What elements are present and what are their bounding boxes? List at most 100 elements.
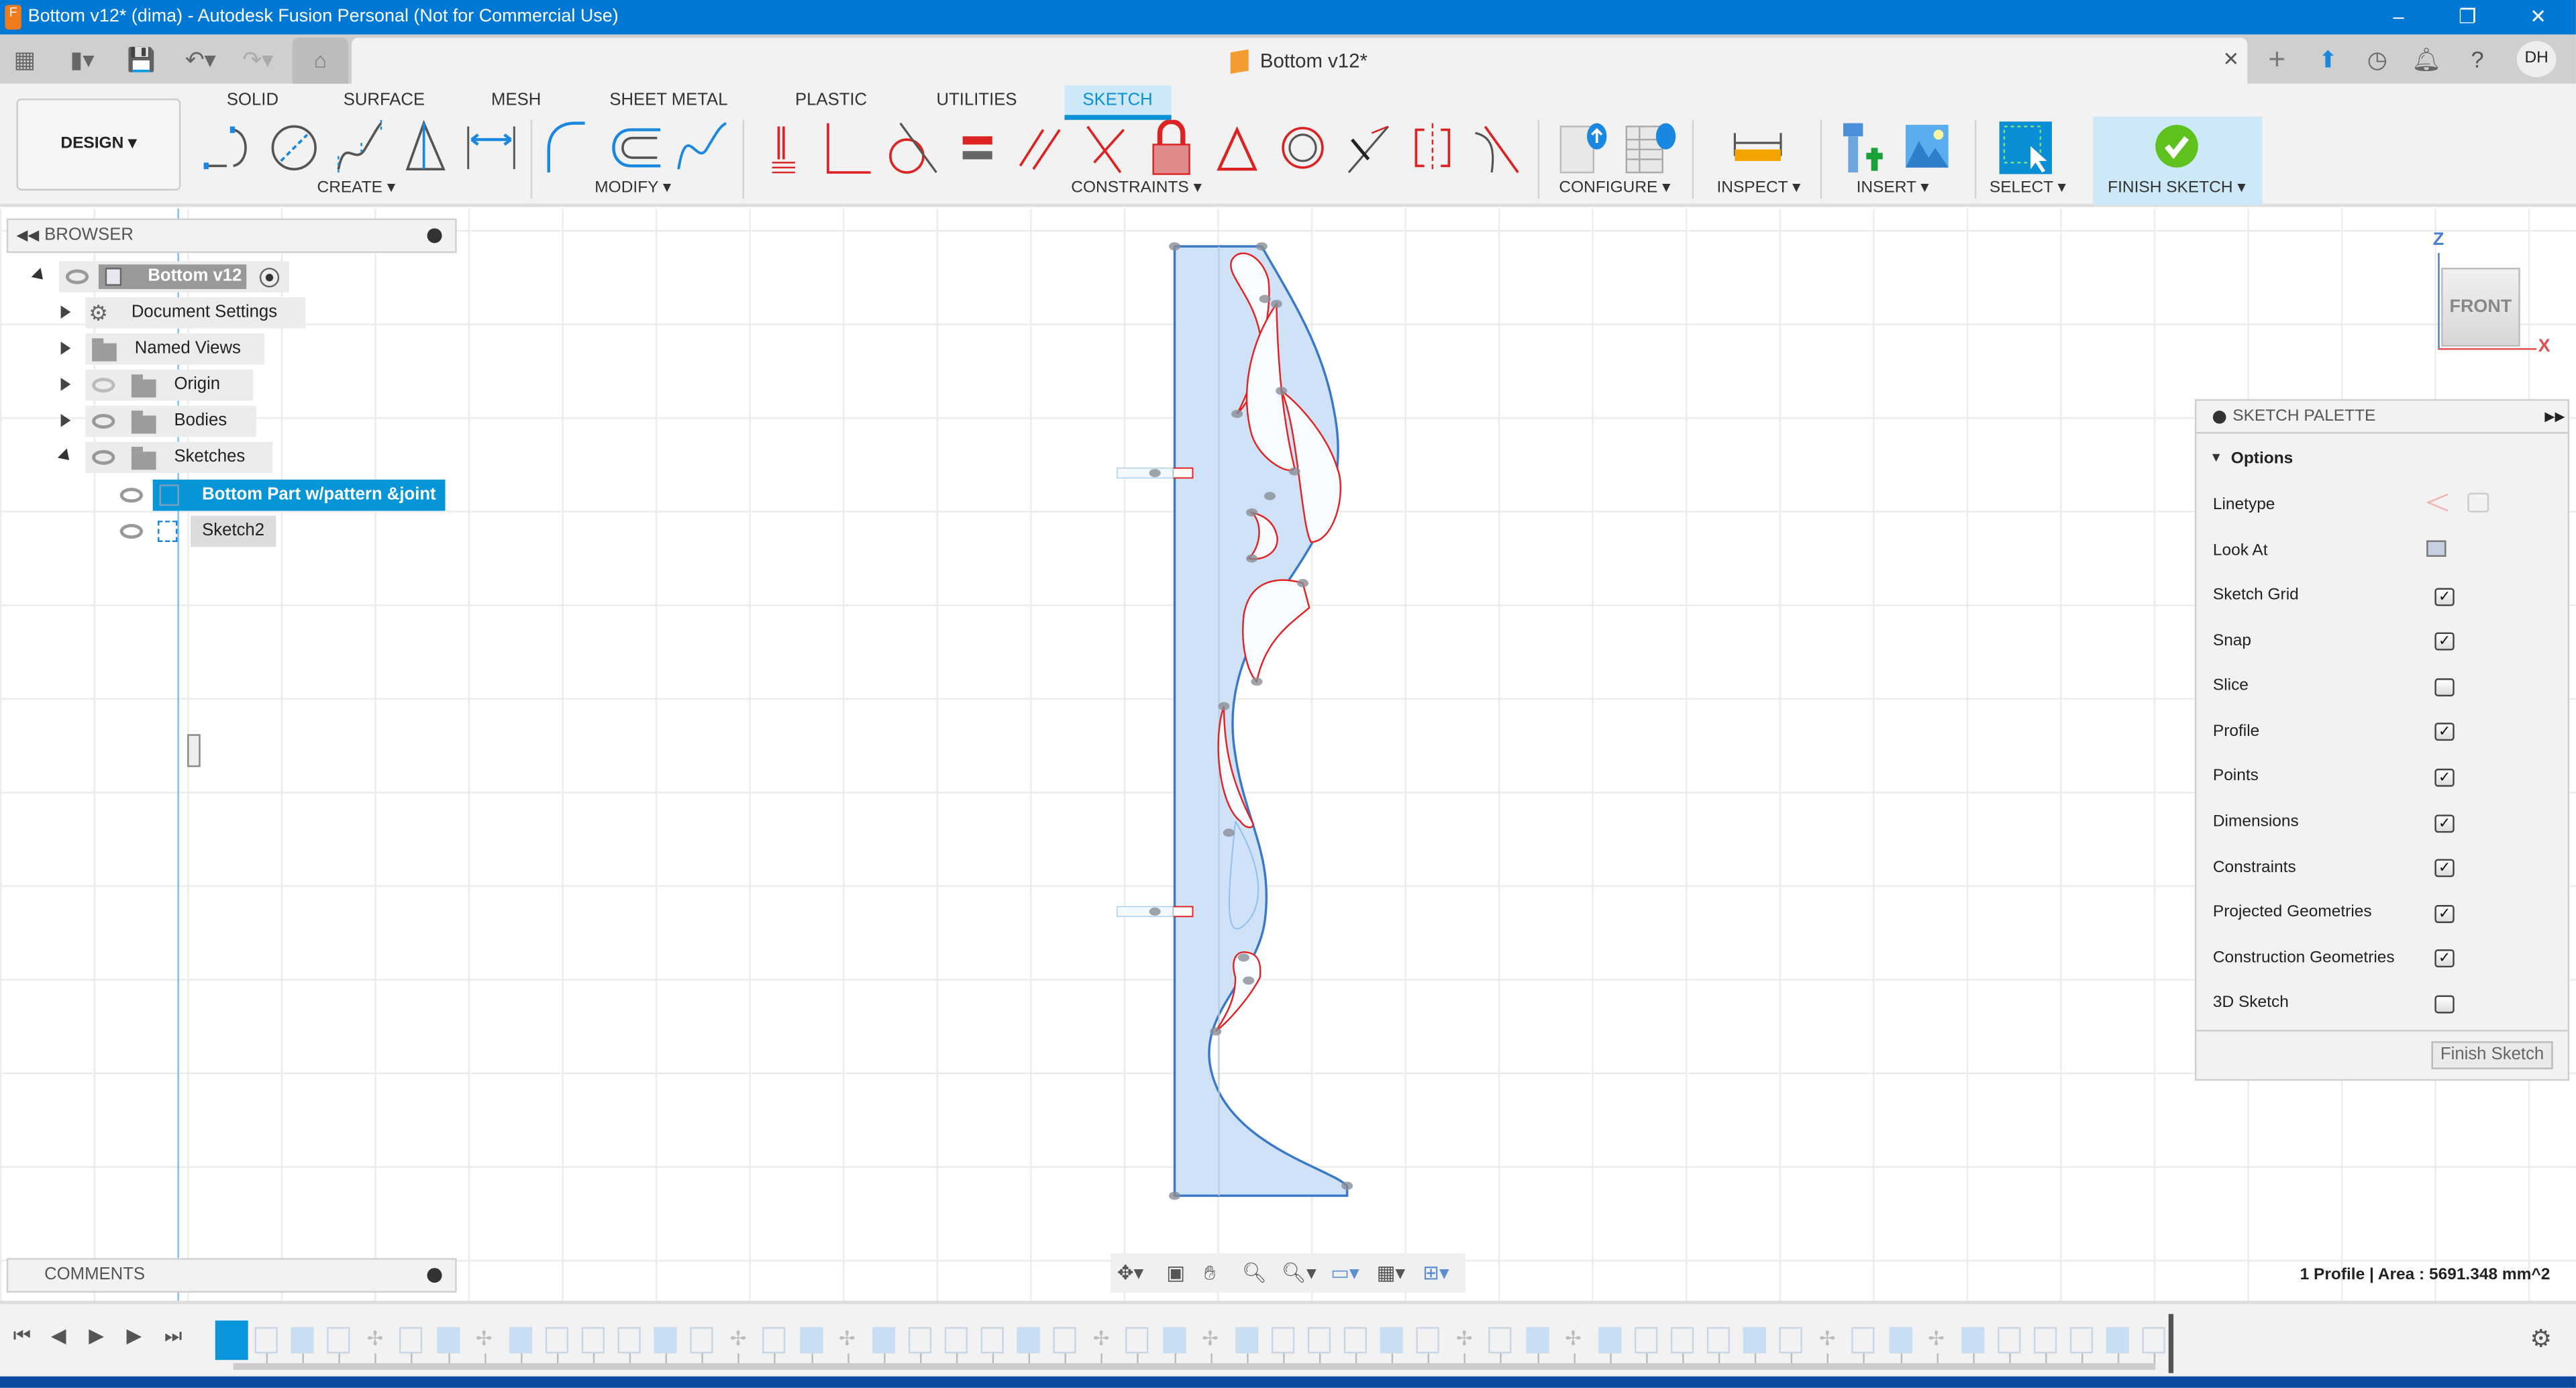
- dimension-tool-icon[interactable]: [463, 120, 519, 176]
- timeline-sketch-feature-icon[interactable]: [1271, 1327, 1294, 1354]
- look-at-nav-icon[interactable]: ▣: [1166, 1253, 1185, 1293]
- insert-menu[interactable]: INSERT ▾: [1857, 179, 1929, 197]
- timeline-sketch-feature-icon[interactable]: [944, 1327, 968, 1354]
- configuration-table-icon[interactable]: [1623, 120, 1679, 176]
- timeline-move-feature-icon[interactable]: ✢: [727, 1327, 750, 1353]
- line-tool-icon[interactable]: [201, 120, 256, 176]
- visibility-eye-icon[interactable]: [92, 413, 115, 429]
- timeline-sketch-feature-icon[interactable]: [980, 1327, 1004, 1354]
- timeline-sketch-feature-icon[interactable]: [1343, 1327, 1367, 1354]
- timeline-next-icon[interactable]: ▶: [127, 1324, 142, 1346]
- home-icon[interactable]: ⌂: [292, 38, 349, 84]
- workspace-switcher[interactable]: DESIGN ▾: [16, 98, 181, 191]
- timeline-body-feature-icon[interactable]: [1162, 1327, 1186, 1354]
- timeline-body-feature-icon[interactable]: [1380, 1327, 1404, 1354]
- measure-icon[interactable]: [1730, 120, 1786, 176]
- browser-item[interactable]: Bodies: [56, 405, 286, 437]
- timeline-body-feature-icon[interactable]: [436, 1327, 460, 1354]
- visibility-eye-icon[interactable]: [65, 269, 89, 284]
- timeline-body-feature-icon[interactable]: [509, 1327, 532, 1354]
- finish-sketch-menu[interactable]: FINISH SKETCH ▾: [2108, 179, 2245, 197]
- expand-triangle-icon[interactable]: [60, 341, 71, 355]
- option-checkbox[interactable]: ✓: [2434, 768, 2455, 787]
- viewports-icon[interactable]: ⊞▾: [1423, 1253, 1449, 1293]
- timeline-move-feature-icon[interactable]: ✢: [1924, 1327, 1947, 1353]
- expand-triangle-icon[interactable]: [57, 448, 74, 465]
- timeline-move-feature-icon[interactable]: ✢: [364, 1327, 387, 1353]
- option-checkbox[interactable]: [2434, 995, 2455, 1014]
- timeline-body-feature-icon[interactable]: [1598, 1327, 1621, 1354]
- tab-sheet-metal[interactable]: SHEET METAL: [600, 85, 738, 115]
- timeline-body-feature-icon[interactable]: [1235, 1327, 1258, 1354]
- timeline-sketch-feature-icon[interactable]: [1126, 1327, 1149, 1354]
- activate-radio-icon[interactable]: [259, 268, 280, 288]
- timeline-marker[interactable]: [2168, 1314, 2174, 1373]
- timeline-sketch-feature-icon[interactable]: [617, 1327, 641, 1354]
- timeline-active-sketch[interactable]: [215, 1320, 248, 1360]
- design-canvas[interactable]: [0, 208, 2576, 1301]
- midpoint-constraint-icon[interactable]: [1339, 120, 1394, 176]
- timeline-body-feature-icon[interactable]: [1961, 1327, 1984, 1354]
- palette-expand-icon[interactable]: ▶▶: [2544, 401, 2565, 433]
- hidden-eye-icon[interactable]: [92, 378, 115, 393]
- perpendicular-constraint-icon[interactable]: [821, 120, 877, 176]
- clock-icon[interactable]: ◷: [2361, 44, 2393, 74]
- visibility-eye-icon[interactable]: [119, 524, 144, 539]
- palette-minimize-icon[interactable]: [2212, 411, 2226, 424]
- timeline-body-feature-icon[interactable]: [1888, 1327, 1912, 1354]
- coincident-constraint-icon[interactable]: [1078, 120, 1133, 176]
- help-icon[interactable]: ?: [2461, 44, 2494, 74]
- symmetry-constraint-icon[interactable]: [1404, 120, 1460, 176]
- centerline-linetype-icon[interactable]: [2467, 492, 2489, 513]
- expand-triangle-icon[interactable]: [60, 378, 71, 391]
- document-tab[interactable]: Bottom v12* ✕: [351, 38, 2248, 84]
- file-menu-icon[interactable]: ▮▾: [59, 44, 105, 74]
- notifications-bell-icon[interactable]: 🔔︎: [2410, 44, 2443, 74]
- restore-button[interactable]: ❐: [2434, 0, 2500, 34]
- tab-solid[interactable]: SOLID: [217, 85, 289, 115]
- timeline-body-feature-icon[interactable]: [291, 1327, 314, 1354]
- finish-sketch-group[interactable]: FINISH SKETCH ▾: [2093, 116, 2263, 206]
- fillet-tool-icon[interactable]: [542, 120, 598, 176]
- timeline-previous-icon[interactable]: ◀: [51, 1324, 66, 1346]
- inspect-menu[interactable]: INSPECT ▾: [1716, 179, 1800, 197]
- timeline-sketch-feature-icon[interactable]: [254, 1327, 278, 1354]
- timeline-settings-gear-icon[interactable]: ⚙: [2530, 1324, 2552, 1354]
- collapse-panel-icon[interactable]: ◀◀: [16, 220, 39, 252]
- option-checkbox[interactable]: ✓: [2434, 814, 2455, 833]
- minimize-button[interactable]: –: [2366, 0, 2432, 34]
- symmetry-triangle-icon[interactable]: [1209, 120, 1265, 176]
- timeline-body-feature-icon[interactable]: [1743, 1327, 1767, 1354]
- close-tab-button[interactable]: ✕: [2223, 48, 2240, 70]
- timeline-sketch-feature-icon[interactable]: [1779, 1327, 1803, 1354]
- timeline-sketch-feature-icon[interactable]: [1670, 1327, 1694, 1354]
- redo-icon[interactable]: ↷▾: [235, 44, 281, 74]
- finish-check-icon[interactable]: [2154, 123, 2200, 170]
- options-collapse-icon[interactable]: ▼: [2210, 450, 2222, 465]
- sketch-handle-icon[interactable]: [187, 734, 201, 767]
- timeline-move-feature-icon[interactable]: ✢: [1453, 1327, 1476, 1353]
- pan-hand-icon[interactable]: ✋︎: [1204, 1253, 1216, 1293]
- timeline-sketch-feature-icon[interactable]: [1053, 1327, 1077, 1354]
- insert-mcmaster-icon[interactable]: [1837, 120, 1892, 176]
- option-checkbox[interactable]: ✓: [2434, 587, 2455, 606]
- trim-tool-icon[interactable]: [674, 120, 729, 176]
- browser-root-item[interactable]: Bottom v12: [30, 261, 293, 292]
- expand-triangle-icon[interactable]: [60, 305, 71, 319]
- timeline-sketch-feature-icon[interactable]: [2143, 1327, 2166, 1354]
- select-tool-icon[interactable]: [1996, 120, 2055, 176]
- timeline-sketch-feature-icon[interactable]: [545, 1327, 568, 1354]
- timeline-move-feature-icon[interactable]: ✢: [1090, 1327, 1113, 1353]
- timeline-sketch-feature-icon[interactable]: [908, 1327, 931, 1354]
- timeline-sketch-feature-icon[interactable]: [1634, 1327, 1657, 1354]
- modify-menu[interactable]: MODIFY ▾: [595, 179, 671, 197]
- select-menu[interactable]: SELECT ▾: [1990, 179, 2066, 197]
- viewcube-front-face[interactable]: FRONT: [2441, 268, 2520, 347]
- constraints-menu[interactable]: CONSTRAINTS ▾: [1071, 179, 1202, 197]
- visibility-eye-icon[interactable]: [119, 488, 144, 503]
- timeline-body-feature-icon[interactable]: [654, 1327, 677, 1354]
- timeline-sketch-feature-icon[interactable]: [1307, 1327, 1331, 1354]
- option-checkbox[interactable]: [2434, 678, 2455, 696]
- timeline-sketch-feature-icon[interactable]: [581, 1327, 605, 1354]
- concentric-constraint-icon[interactable]: [1275, 120, 1331, 176]
